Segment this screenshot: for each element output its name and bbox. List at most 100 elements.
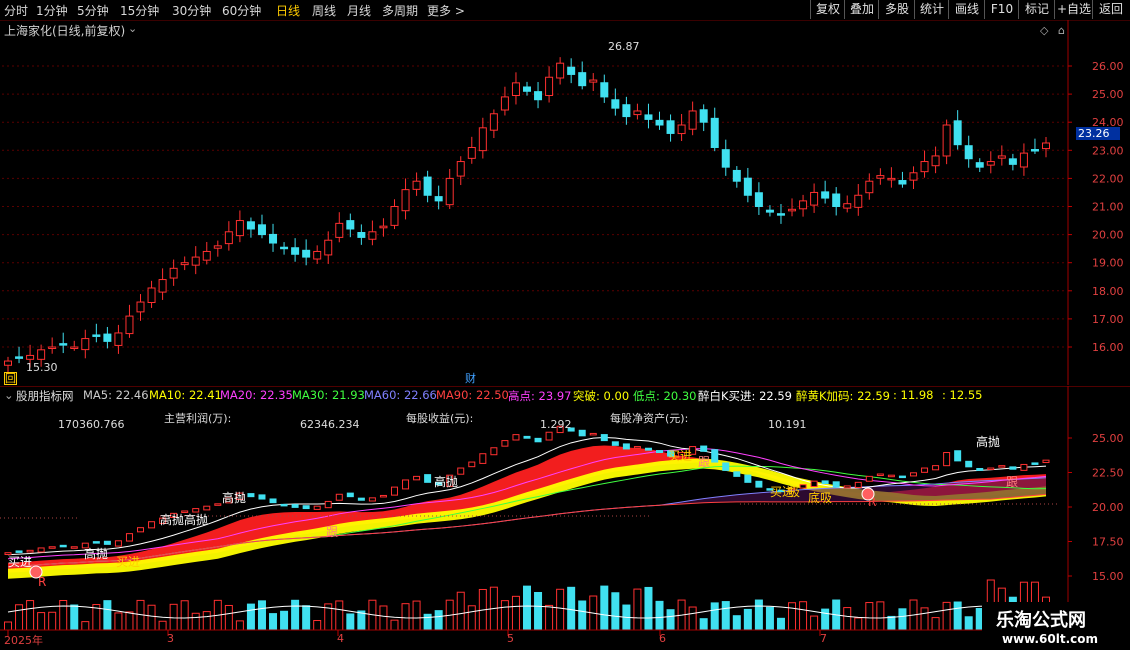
candle-body xyxy=(15,356,24,359)
tab-weekly[interactable]: 周线 xyxy=(312,2,336,19)
watermark-title: 乐淘公式网 xyxy=(996,610,1086,631)
candle-body xyxy=(1030,149,1039,152)
volume-bar xyxy=(257,600,266,631)
ind-candle xyxy=(48,546,56,549)
volume-bar xyxy=(644,586,653,631)
volume-bar xyxy=(269,613,278,631)
tab-daily[interactable]: 日线 xyxy=(276,2,300,19)
ind-candle xyxy=(313,505,321,510)
volume-bar xyxy=(743,608,752,631)
diamond-icon[interactable]: ◇ xyxy=(1040,24,1048,37)
tab-30min[interactable]: 30分钟 xyxy=(172,2,211,19)
candlestick-chart[interactable]: 26.0025.0024.0023.0022.0021.0020.0019.00… xyxy=(0,20,1130,385)
candle-body xyxy=(600,82,609,98)
add-watchlist-button[interactable]: +自选 xyxy=(1054,0,1093,19)
ind-candle xyxy=(368,497,376,502)
ind-candle xyxy=(1031,462,1039,465)
volume-bar xyxy=(291,599,300,631)
volume-bar xyxy=(158,620,167,631)
candle-body xyxy=(732,169,741,182)
candle-body xyxy=(942,124,951,157)
candle-body xyxy=(1019,152,1028,168)
candle-body xyxy=(567,66,576,75)
ind-candle xyxy=(70,546,78,549)
draw-line-button[interactable]: 画线 xyxy=(948,0,985,19)
chart-title: 上海家化(日线,前复权) xyxy=(4,24,126,38)
tab-multi-period[interactable]: 多周期 xyxy=(382,2,418,19)
candle-body xyxy=(821,191,830,199)
candle-body xyxy=(224,231,233,245)
overlay-button[interactable]: 叠加 xyxy=(844,0,879,19)
volume-bar xyxy=(70,604,79,631)
candle-body xyxy=(489,113,498,131)
candle-body xyxy=(997,155,1006,159)
volume-bar xyxy=(412,600,421,631)
volume-bar xyxy=(180,600,189,631)
ind-candle xyxy=(843,485,851,489)
signal-label: 买进 xyxy=(8,555,32,569)
ind-y-tick-label: 20.00 xyxy=(1092,501,1124,514)
multi-stock-button[interactable]: 多股 xyxy=(878,0,915,19)
y-tick-label: 17.00 xyxy=(1092,313,1124,326)
chevron-down-icon[interactable]: ⌄ xyxy=(128,22,137,35)
tab-monthly[interactable]: 月线 xyxy=(347,2,371,19)
candle-body xyxy=(191,256,200,266)
bvps-label: 每股净资产(元): xyxy=(610,412,689,425)
ind-candle xyxy=(214,503,222,506)
volume-bar xyxy=(191,612,200,631)
candle-body xyxy=(500,96,509,111)
ind-candle xyxy=(114,540,122,547)
ind-candle xyxy=(37,547,45,553)
volume-bar xyxy=(754,599,763,631)
volume-bar xyxy=(500,600,509,631)
candle-body xyxy=(434,196,443,202)
high-price-label: 26.87 xyxy=(608,40,640,53)
financial-marker[interactable]: 财 xyxy=(465,370,476,386)
candle-body xyxy=(931,155,940,167)
bvps-value: 10.191 xyxy=(768,418,807,431)
candle-body xyxy=(721,149,730,168)
ind-candle xyxy=(324,500,332,509)
volume-bar xyxy=(235,620,244,631)
statistics-button[interactable]: 统计 xyxy=(914,0,949,19)
f10-button[interactable]: F10 xyxy=(984,0,1019,19)
volume-bar xyxy=(799,601,808,631)
signal-circle xyxy=(861,487,875,501)
ind-candle xyxy=(954,450,962,462)
volume-bar xyxy=(523,585,531,631)
candle-body xyxy=(291,247,300,255)
mark-button[interactable]: 标记 xyxy=(1018,0,1055,19)
volume-bar xyxy=(246,603,255,631)
ind-y-tick-label: 15.00 xyxy=(1092,570,1124,583)
ind-candle xyxy=(523,435,531,439)
back-button[interactable]: 返回 xyxy=(1092,0,1129,19)
corner-marker[interactable]: 回 xyxy=(4,372,17,385)
signal-label: 高抛 xyxy=(434,474,458,489)
candle-body xyxy=(26,354,35,360)
candle-body xyxy=(346,220,355,230)
tab-1min[interactable]: 1分钟 xyxy=(36,2,68,19)
tab-more[interactable]: 更多 > xyxy=(427,2,465,19)
candle-body xyxy=(37,349,46,360)
ind-candle xyxy=(280,503,288,507)
volume-bar xyxy=(788,602,797,631)
tab-intraday[interactable]: 分时 xyxy=(4,2,28,19)
volume-bar xyxy=(854,617,863,631)
volume-bar xyxy=(931,617,940,631)
candle-body xyxy=(423,176,432,196)
ind-candle xyxy=(600,434,608,442)
volume-bar xyxy=(4,621,12,631)
expand-icon[interactable]: ⌂ xyxy=(1058,24,1065,37)
volume-bar xyxy=(699,618,708,631)
ind-candle xyxy=(589,432,597,436)
tab-15min[interactable]: 15分钟 xyxy=(120,2,159,19)
volume-bar xyxy=(666,609,675,631)
watermark-logo: 乐淘公式网 www.60lt.com xyxy=(982,602,1130,650)
restore-rights-button[interactable]: 复权 xyxy=(810,0,845,19)
candle-body xyxy=(909,172,918,181)
ind-candle xyxy=(192,508,200,513)
tab-5min[interactable]: 5分钟 xyxy=(77,2,109,19)
tab-60min[interactable]: 60分钟 xyxy=(222,2,261,19)
candle-body xyxy=(710,117,719,148)
ind-candle xyxy=(258,494,266,500)
